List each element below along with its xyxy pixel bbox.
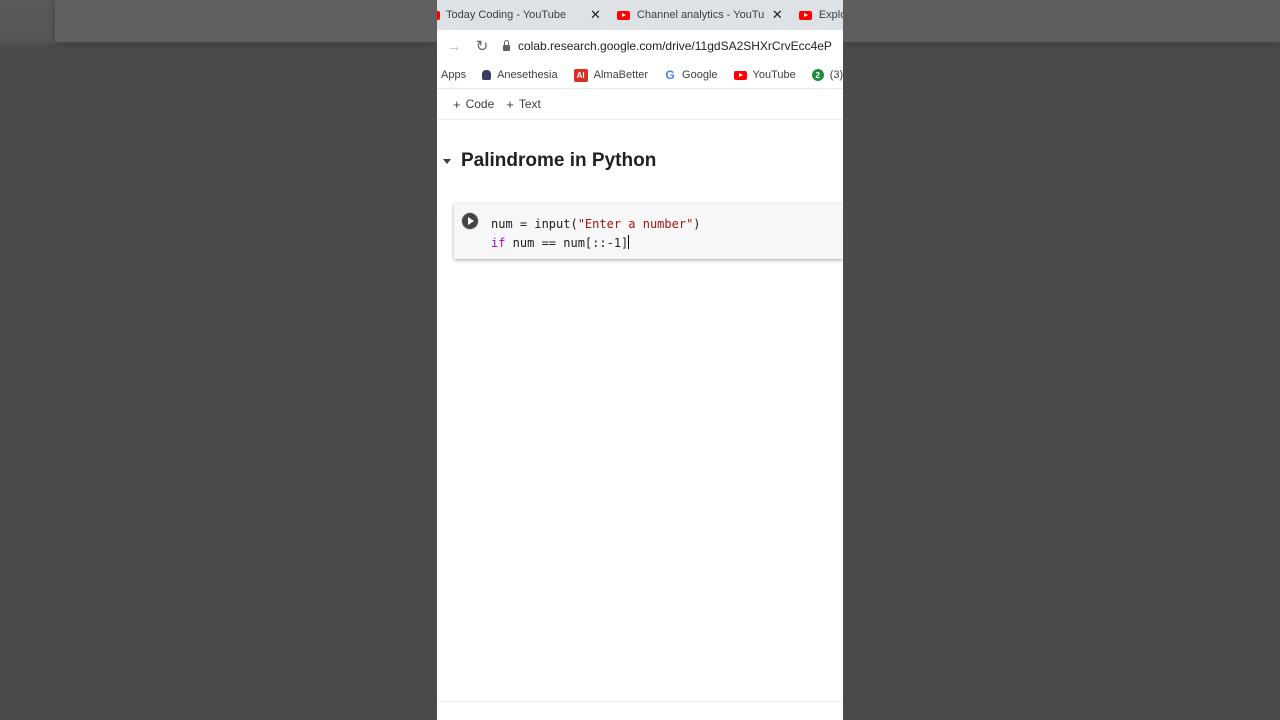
notification-badge-icon: 2 <box>811 69 824 81</box>
tab-title: Today Coding - YouTube <box>446 9 567 21</box>
bookmark-youtube[interactable]: YouTube <box>733 69 796 81</box>
bookmark-label: YouTube <box>752 69 796 81</box>
youtube-icon <box>616 10 630 20</box>
add-text-button[interactable]: + Text <box>506 97 541 112</box>
reload-icon[interactable]: ↻ <box>471 37 493 55</box>
blurred-window-bar <box>843 0 1280 42</box>
code-string: "Enter a number" <box>577 217 694 231</box>
section-header: Palindrome in Python <box>443 150 656 172</box>
close-icon[interactable]: ✕ <box>772 7 783 23</box>
lock-icon <box>503 39 510 51</box>
bookmark-label: Google <box>682 69 718 81</box>
youtube-icon <box>798 10 812 20</box>
bookmark-apps[interactable]: Apps <box>441 69 466 81</box>
tab-title: Channel analytics - YouTube <box>636 9 764 21</box>
bookmark-whatsapp[interactable]: 2 (3) Y <box>811 69 843 81</box>
bookmark-anesethesia[interactable]: Anesethesia <box>482 69 558 81</box>
collapse-caret-icon[interactable] <box>443 158 451 164</box>
google-icon: G <box>665 68 675 82</box>
browser-toolbar: → ↻ colab.research.google.com/drive/11gd… <box>437 30 843 62</box>
add-code-button[interactable]: + Code <box>453 97 494 112</box>
tab-today-coding[interactable]: Today Coding - YouTube ✕ <box>437 0 601 30</box>
blurred-window-bar <box>55 0 437 42</box>
divider <box>437 701 843 702</box>
blurred-background-right <box>843 0 1280 720</box>
plus-icon: + <box>453 96 461 112</box>
bookmarks-bar: Apps Anesethesia AI AlmaBetter G Google … <box>437 62 843 89</box>
youtube-icon <box>437 10 440 20</box>
code-token: num == num[::-1] <box>505 236 629 250</box>
close-icon[interactable]: ✕ <box>590 7 601 23</box>
almabetter-icon: AI <box>573 68 588 82</box>
tab-explore[interactable]: Explo <box>798 0 843 30</box>
code-token: ) <box>693 217 701 231</box>
tab-title: Explo <box>818 9 843 21</box>
youtube-icon <box>733 70 747 80</box>
url-text: colab.research.google.com/drive/11gdSA2S… <box>518 39 832 53</box>
code-token: num = input( <box>491 217 578 231</box>
tab-channel-analytics[interactable]: Channel analytics - YouTube ✕ <box>616 0 783 30</box>
tab-strip: Today Coding - YouTube ✕ Channel analyti… <box>437 0 843 30</box>
person-icon <box>482 70 492 80</box>
section-title: Palindrome in Python <box>461 150 657 171</box>
browser-window: Today Coding - YouTube ✕ Channel analyti… <box>437 0 843 720</box>
bookmark-label: (3) Y <box>829 69 843 81</box>
colab-toolbar: + Code + Text <box>437 89 843 120</box>
play-icon[interactable] <box>462 213 478 229</box>
code-cell[interactable]: num = input("Enter a number") if num == … <box>454 204 843 259</box>
plus-icon: + <box>506 96 514 112</box>
code-keyword: if <box>491 236 506 250</box>
bookmark-label: Anesethesia <box>497 69 558 81</box>
forward-icon[interactable]: → <box>443 38 465 54</box>
bookmark-google[interactable]: G Google <box>664 68 717 82</box>
bookmark-almabetter[interactable]: AI AlmaBetter <box>573 68 649 82</box>
button-label: Code <box>465 97 495 111</box>
bookmark-label: Apps <box>441 69 467 81</box>
address-bar[interactable]: colab.research.google.com/drive/11gdSA2S… <box>501 33 843 59</box>
bookmark-label: AlmaBetter <box>593 69 649 81</box>
blurred-background-left <box>0 0 437 720</box>
text-cursor <box>628 235 630 249</box>
code-editor[interactable]: num = input("Enter a number") if num == … <box>491 215 701 253</box>
button-label: Text <box>518 97 541 111</box>
